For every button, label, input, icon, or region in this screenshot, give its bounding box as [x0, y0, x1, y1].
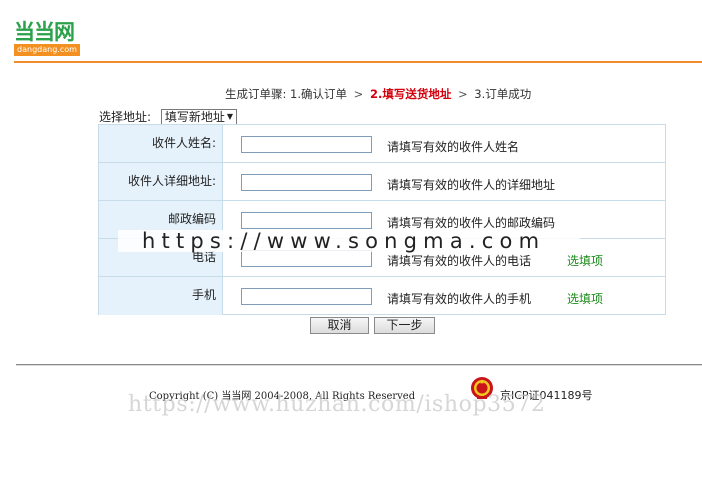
watermark-bottom: https://www.huzhan.com/ishop3572: [128, 392, 546, 417]
address-select-label: 选择地址:: [99, 110, 152, 124]
step-separator: >: [458, 87, 468, 101]
field-label: 手机: [99, 277, 223, 315]
address-select[interactable]: 填写新地址 ▼: [160, 109, 238, 125]
footer-divider-shadow: [16, 365, 702, 366]
next-step-button[interactable]: 下一步: [374, 317, 435, 334]
step-order-success: 3.订单成功: [474, 87, 532, 101]
optional-badge: 选填项: [567, 292, 604, 306]
field-label: 收件人详细地址:: [99, 163, 223, 200]
field-hint: 请填写有效的收件人的详细地址: [387, 178, 556, 192]
header-divider: [14, 61, 702, 63]
steps-prefix: 生成订单骤:: [225, 87, 287, 101]
watermark-top: https://www.songma.com: [118, 230, 580, 252]
recipient-address-input[interactable]: [241, 174, 372, 191]
optional-badge: 选填项: [567, 254, 604, 268]
recipient-name-input[interactable]: [241, 136, 372, 153]
dangdang-logo[interactable]: 当当网 dangdang.com: [14, 20, 82, 58]
step-separator: >: [353, 87, 364, 101]
address-select-value: 填写新地址: [164, 110, 225, 124]
postcode-input[interactable]: [241, 212, 372, 229]
field-hint: 请填写有效的收件人姓名: [387, 140, 520, 154]
field-hint: 请填写有效的收件人的手机: [387, 292, 532, 306]
address-form: 收件人姓名: 请填写有效的收件人姓名 收件人详细地址: 请填写有效的收件人的详细…: [98, 124, 666, 315]
field-hint: 请填写有效的收件人的电话: [387, 254, 532, 268]
form-row-name: 收件人姓名: 请填写有效的收件人姓名: [99, 125, 665, 163]
mobile-input[interactable]: [241, 288, 372, 305]
field-label: 收件人姓名:: [99, 125, 223, 162]
step-confirm-order: 1.确认订单: [290, 87, 348, 101]
form-row-address: 收件人详细地址: 请填写有效的收件人的详细地址: [99, 163, 665, 201]
logo-text: 当当网: [14, 20, 75, 44]
dropdown-arrow-icon: ▼: [226, 112, 234, 121]
order-steps: 生成订单骤: 1.确认订单 > 2.填写送货地址 > 3.订单成功: [225, 86, 531, 102]
logo-domain: dangdang.com: [14, 44, 80, 56]
step-fill-address: 2.填写送货地址: [369, 87, 452, 101]
address-chooser: 选择地址: 填写新地址 ▼: [99, 108, 238, 125]
form-row-mobile: 手机 请填写有效的收件人的手机 选填项: [99, 277, 665, 315]
cancel-button[interactable]: 取消: [310, 317, 369, 334]
